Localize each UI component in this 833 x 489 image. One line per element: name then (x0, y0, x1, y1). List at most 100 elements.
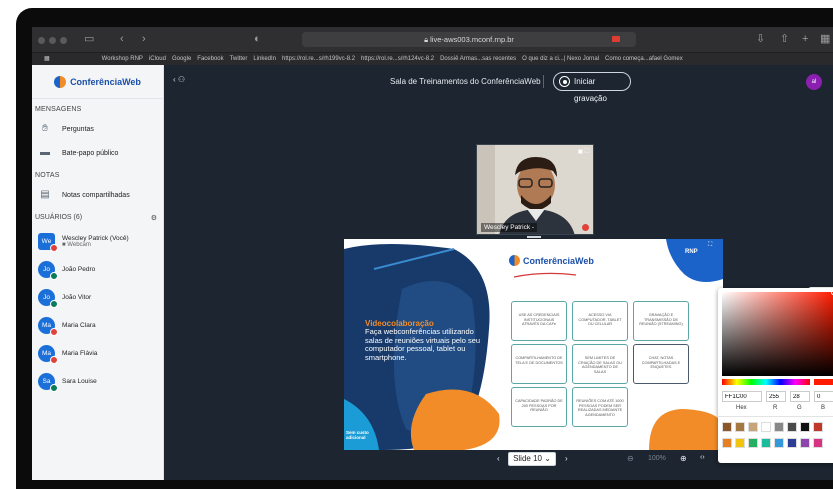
gear-icon[interactable]: ⚙ (151, 214, 157, 227)
feature-card: CHAT, NOTAS COMPARTILHADAS E ENQUETES (633, 344, 689, 384)
picker-divider (718, 416, 833, 417)
user-status: ■ Webcam (62, 242, 129, 248)
webcam-resize-handle[interactable] (527, 236, 541, 238)
user-text: Maria Clara (62, 322, 96, 329)
user-text: Wescley Patrick (Você) ■ Webcam (62, 235, 129, 248)
user-list-item[interactable]: Jo João Pedro (32, 255, 163, 283)
bookmark-item[interactable]: Twitter (230, 56, 248, 62)
forward-icon[interactable]: › (142, 33, 146, 45)
webcam-expand-icon[interactable]: ▣ ⛶ (577, 148, 589, 156)
saturation-area[interactable] (722, 290, 833, 376)
fullscreen-icon[interactable]: ⛶ (708, 242, 712, 249)
sidebar-toggle-icon[interactable]: ▭ (84, 33, 94, 45)
slide-controls: ‹ Slide 10 ⌄ › ⊖ 100% ⊕ ‹› (344, 450, 723, 469)
user-name: Maria Clara (62, 321, 96, 329)
bookmark-item[interactable]: Facebook (197, 56, 223, 62)
previous-slide-icon[interactable]: ‹ (497, 454, 500, 463)
feature-card: ACESSO VIA COMPUTADOR, TABLET OU CELULAR (572, 301, 628, 341)
color-swatch[interactable] (761, 422, 771, 432)
audio-status-icon (50, 271, 58, 280)
zoom-out-icon[interactable]: ⊖ (627, 454, 634, 463)
color-swatch[interactable] (813, 422, 823, 432)
bookmark-item[interactable]: https://rol.re...s/rh199vc-8.2 (282, 56, 355, 62)
user-text: Sara Louise (62, 378, 97, 385)
record-icon (559, 76, 570, 87)
next-slide-icon[interactable]: › (565, 454, 568, 463)
color-swatch[interactable] (735, 438, 745, 448)
avatar-initials: Jo (43, 265, 50, 273)
connection-avatar[interactable]: al (806, 74, 822, 90)
privacy-shield-icon[interactable]: ◐ (254, 33, 261, 45)
slide-select[interactable]: Slide 10 ⌄ (508, 452, 556, 466)
color-swatch[interactable] (761, 438, 771, 448)
green-label: G (797, 405, 802, 411)
sidebar-item-public-chat[interactable]: ▬ Bate-papo público (32, 141, 163, 165)
avatar: Ma (38, 344, 58, 364)
download-icon[interactable]: ⇩ (756, 33, 765, 45)
bookmarks-grid-icon[interactable]: ▦ (44, 56, 50, 62)
zoom-window-button[interactable] (60, 37, 67, 44)
chat-icon: ▬ (40, 147, 50, 158)
slide-logo: ConferênciaWeb (509, 255, 594, 266)
hue-slider[interactable] (722, 379, 810, 385)
color-swatch[interactable] (800, 422, 810, 432)
user-list-item[interactable]: Ma Maria Clara (32, 311, 163, 339)
color-swatch[interactable] (800, 438, 810, 448)
tab-overview-icon[interactable]: ▦ (820, 33, 830, 45)
sidebar: ConferênciaWeb MENSAGENS ✋︎ Perguntas ▬ … (32, 65, 164, 480)
color-swatch[interactable] (774, 438, 784, 448)
bookmark-item[interactable]: https://rol.re...s/rh124vc-8.2 (361, 56, 434, 62)
webcam-user-name: Wescley Patrick (484, 224, 531, 231)
blue-input[interactable] (814, 391, 833, 402)
webcam-video[interactable]: ▣ ⛶ Wescley Patrick - (476, 144, 594, 235)
new-tab-icon[interactable]: + (802, 33, 808, 45)
color-swatch[interactable] (748, 438, 758, 448)
audio-status-icon (50, 383, 58, 392)
fit-width-icon[interactable]: ‹› (700, 454, 705, 461)
green-input[interactable] (790, 391, 810, 402)
user-list-item[interactable]: Sa Sara Louise (32, 367, 163, 395)
notes-icon: ▤ (40, 189, 50, 200)
close-window-button[interactable] (38, 37, 45, 44)
back-icon[interactable]: ‹ (120, 33, 124, 45)
bookmark-item[interactable]: iCloud (149, 56, 166, 62)
avatar: Sa (38, 372, 58, 392)
bookmark-item[interactable]: O que diz a ci...| Nexo Jornal (522, 56, 599, 62)
bookmark-item[interactable]: Workshop RNP (102, 56, 143, 62)
audio-status-icon (50, 327, 58, 336)
bookmark-item[interactable]: Google (172, 56, 191, 62)
color-swatch[interactable] (813, 438, 823, 448)
bookmark-item[interactable]: Dossiê Armas...sas recentes (440, 56, 516, 62)
hex-input[interactable] (722, 391, 762, 402)
start-recording-button[interactable]: Iniciar gravação (553, 72, 631, 103)
avatar-initials: Ma (41, 321, 52, 329)
audio-status-icon (50, 355, 58, 364)
color-preview (814, 379, 833, 385)
zoom-in-icon[interactable]: ⊕ (680, 454, 687, 463)
color-swatch[interactable] (722, 438, 732, 448)
notes-section-title: NOTAS (35, 172, 60, 179)
minimize-window-button[interactable] (49, 37, 56, 44)
address-bar[interactable]: 🔒︎ live-aws003.mconf.rnp.br (302, 32, 636, 47)
user-list-item[interactable]: We Wescley Patrick (Você) ■ Webcam (32, 227, 163, 255)
color-swatch[interactable] (735, 422, 745, 432)
color-swatch[interactable] (787, 422, 797, 432)
user-list-item[interactable]: Ma Maria Flávia (32, 339, 163, 367)
red-input[interactable] (766, 391, 786, 402)
divider (543, 75, 544, 88)
color-swatch[interactable] (748, 422, 758, 432)
red-label: R (773, 405, 778, 411)
presentation-slide[interactable]: ConferênciaWeb RNP Videocolaboração Faça… (344, 239, 723, 450)
color-swatch[interactable] (722, 422, 732, 432)
sidebar-item-shared-notes[interactable]: ▤ Notas compartilhadas (32, 183, 163, 207)
blue-label: B (821, 405, 826, 411)
user-list: We Wescley Patrick (Você) ■ Webcam Jo João P… (32, 227, 163, 395)
users-toggle-icon[interactable]: ‹ ⚇ (173, 75, 185, 84)
user-list-item[interactable]: Jo João Vitor (32, 283, 163, 311)
sidebar-item-perguntas[interactable]: ✋︎ Perguntas (32, 117, 163, 141)
share-icon[interactable]: ⇧ (780, 33, 789, 45)
bookmark-item[interactable]: LinkedIn (253, 56, 276, 62)
color-swatch[interactable] (774, 422, 784, 432)
bookmark-item[interactable]: Como começa...afael Gomex (605, 56, 683, 62)
color-swatch[interactable] (787, 438, 797, 448)
